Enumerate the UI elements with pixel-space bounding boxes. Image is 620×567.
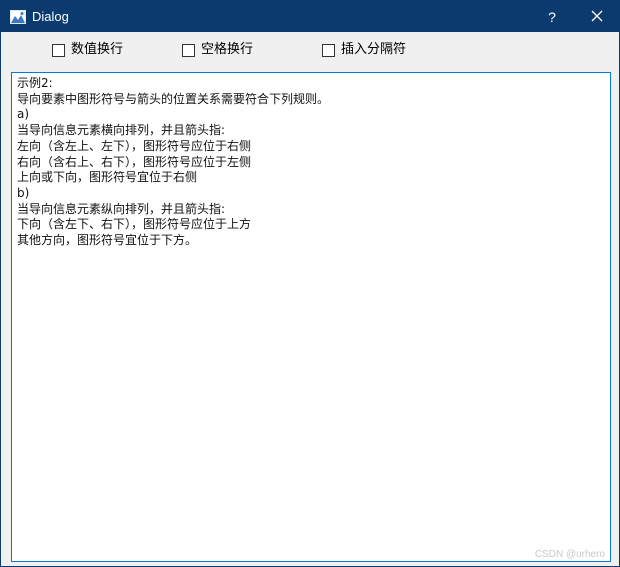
checkbox-box[interactable]	[322, 43, 335, 57]
text-line: 导向要素中图形符号与箭头的位置关系需要符合下列规则。	[17, 91, 330, 106]
options-row: 数值换行 空格换行 插入分隔符	[1, 32, 619, 68]
help-button[interactable]: ?	[529, 1, 575, 32]
watermark: CSDN @urhero	[534, 549, 605, 560]
image-icon	[10, 9, 26, 25]
checkbox-label: 插入分隔符	[341, 42, 407, 57]
title-bar[interactable]: Dialog ?	[1, 1, 619, 32]
numeric-wrap-checkbox[interactable]: 数值换行	[52, 42, 123, 58]
close-button[interactable]	[575, 1, 619, 32]
text-line: 其他方向，图形符号宜位于下方。	[17, 233, 198, 248]
text-line: 上向或下向，图形符号宜位于右侧	[17, 170, 198, 185]
text-line: 左向（含左上、左下），图形符号应位于右侧	[17, 138, 252, 153]
insert-separator-checkbox[interactable]: 插入分隔符	[322, 42, 406, 58]
text-line: b)	[17, 185, 30, 200]
text-line: 右向（含右上、右下），图形符号应位于左侧	[17, 154, 252, 169]
text-line: 当导向信息元素纵向排列，并且箭头指:	[17, 201, 226, 216]
text-line: 下向（含左下、右下），图形符号应位于上方	[17, 217, 252, 232]
text-line: a)	[17, 107, 30, 122]
checkbox-box[interactable]	[52, 43, 65, 57]
space-wrap-checkbox[interactable]: 空格换行	[182, 42, 253, 58]
checkbox-label: 数值换行	[71, 42, 124, 57]
text-editor[interactable]: 示例2: 导向要素中图形符号与箭头的位置关系需要符合下列规则。 a) 当导向信息…	[11, 72, 611, 562]
checkbox-label: 空格换行	[201, 42, 254, 57]
text-line: 当导向信息元素横向排列，并且箭头指:	[17, 123, 226, 138]
checkbox-box[interactable]	[182, 43, 195, 57]
dialog-window: Dialog ? 数值换行 空格换行 插入分隔符 示例2: 导向要素中图形符号与…	[0, 0, 620, 567]
close-icon	[591, 7, 603, 26]
window-title: Dialog	[32, 9, 69, 24]
text-line: 示例2:	[17, 76, 53, 90]
